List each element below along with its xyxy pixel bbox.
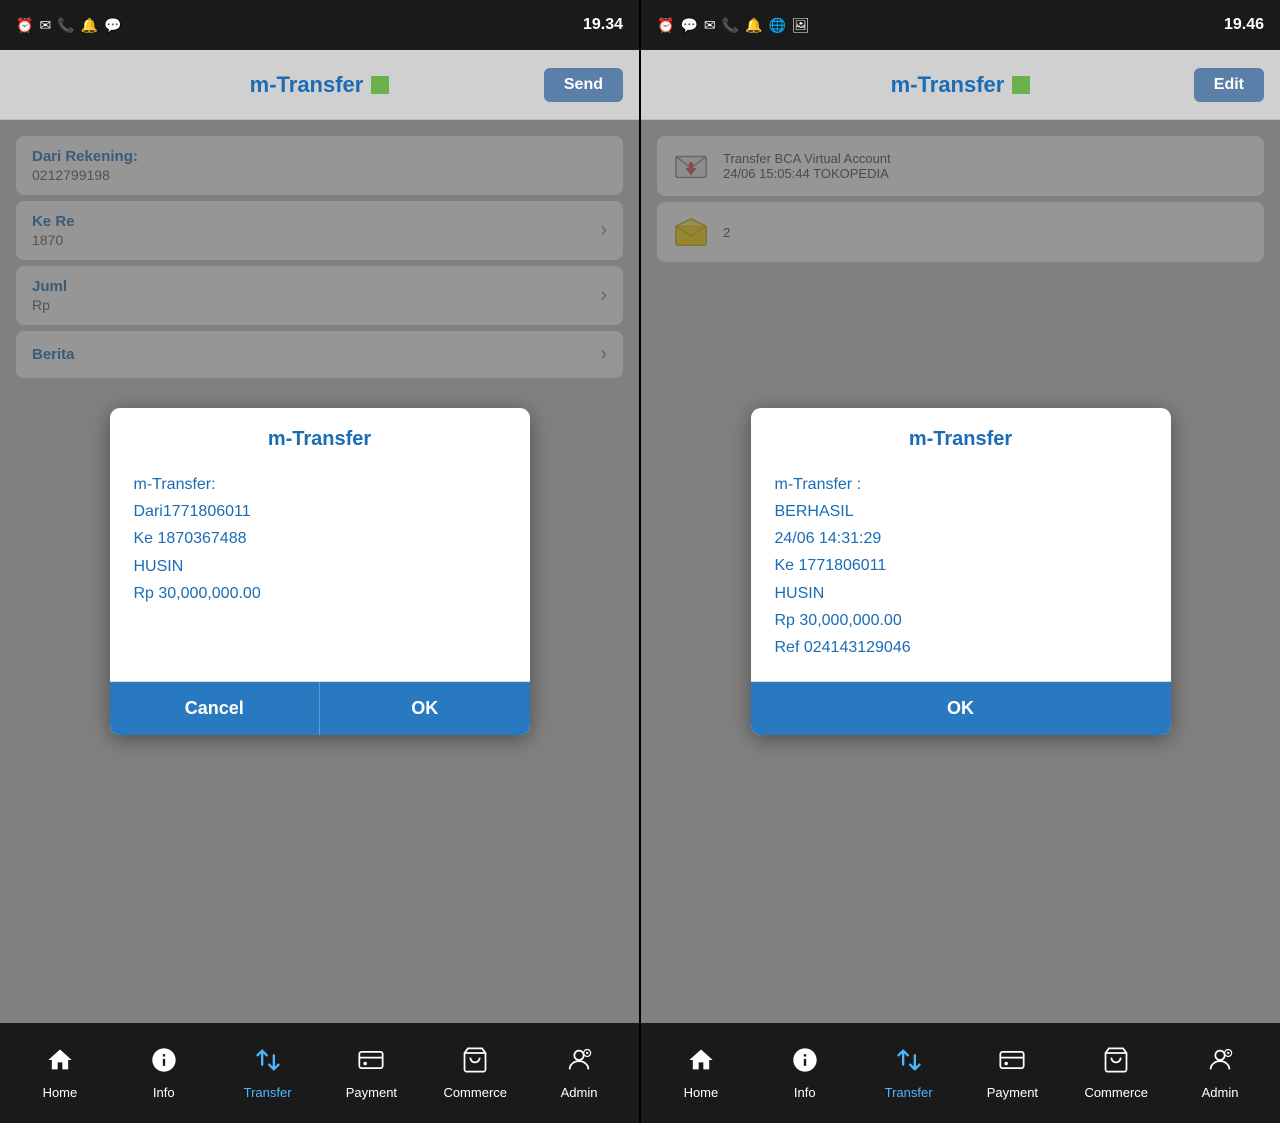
green-square-right [1012,76,1030,94]
nav-admin-label-right: Admin [1202,1085,1239,1100]
send-button[interactable]: Send [544,68,623,102]
globe-icon-right: 🌐 [768,17,785,34]
admin-icon-left [565,1046,593,1081]
cancel-button[interactable]: Cancel [110,682,321,735]
dialog-title-left: m-Transfer [110,408,530,461]
nav-home-label-left: Home [43,1085,78,1100]
dialog-text-left: m-Transfer: Dari1771806011 Ke 1870367488… [134,471,506,607]
dialog-left: m-Transfer m-Transfer: Dari1771806011 Ke… [110,408,530,735]
dialog-line-4-right: Ke 1771806011 [775,557,887,574]
dialog-text-right: m-Transfer : BERHASIL 24/06 14:31:29 Ke … [775,471,1147,661]
phone-icon: 📞 [57,17,74,34]
status-time-right: 19.46 [1224,16,1264,34]
info-icon-left [150,1046,178,1081]
alarm-icon: ⏰ [16,17,33,34]
nav-home-left[interactable]: Home [8,1046,112,1100]
nav-commerce-left[interactable]: Commerce [423,1046,527,1100]
dialog-footer-right: OK [751,681,1171,735]
status-bar-right: ⏰ 💬 ✉ 📞 🔔 🌐 🖼 19.46 [641,0,1280,50]
dialog-footer-left: Cancel OK [110,681,530,735]
app-header-right: m-Transfer Edit [641,50,1280,120]
image-icon-right: 🖼 [792,17,810,34]
dialog-line-5-left: Rp 30,000,000.00 [134,585,261,602]
dialog-right: m-Transfer m-Transfer : BERHASIL 24/06 1… [751,408,1171,735]
dialog-overlay-right: m-Transfer m-Transfer : BERHASIL 24/06 1… [641,120,1280,1023]
app-header-left: m-Transfer Send [0,50,639,120]
nav-transfer-right[interactable]: Transfer [857,1046,961,1100]
green-square-left [371,76,389,94]
nav-home-label-right: Home [684,1085,719,1100]
nav-info-right[interactable]: Info [753,1046,857,1100]
phone-icon-right: 📞 [722,17,739,34]
dialog-overlay-left: m-Transfer m-Transfer: Dari1771806011 Ke… [0,120,639,1023]
whatsapp-icon-right: 💬 [680,17,697,34]
main-content-right: Transfer BCA Virtual Account24/06 15:05:… [641,120,1280,1023]
gmail-icon: ✉ [39,17,51,34]
status-time-left: 19.34 [583,16,623,34]
bottom-nav-right: Home Info Transfer Payment Commerce [641,1023,1280,1123]
dialog-line-6-right: Rp 30,000,000.00 [775,612,902,629]
edit-button[interactable]: Edit [1194,68,1264,102]
dialog-line-2-left: Dari1771806011 [134,503,251,520]
left-status-icons: ⏰ ✉ 📞 🔔 💬 [16,17,121,34]
nav-payment-label-left: Payment [346,1085,397,1100]
admin-icon-right [1206,1046,1234,1081]
transfer-icon-right [895,1046,923,1081]
notif-icon-right: 🔔 [745,17,762,34]
dialog-title-right: m-Transfer [751,408,1171,461]
app-title-right: m-Transfer [891,72,1005,98]
transfer-icon-left [254,1046,282,1081]
dialog-line-1-left: m-Transfer: [134,476,216,493]
main-content-left: Dari Rekening: 0212799198 Ke Re 1870 › J… [0,120,639,1023]
ok-button-right[interactable]: OK [751,682,1171,735]
app-title-left: m-Transfer [250,72,364,98]
dialog-line-2-right: BERHASIL [775,503,854,520]
left-panel: ⏰ ✉ 📞 🔔 💬 19.34 m-Transfer Send Dari Rek… [0,0,639,1123]
nav-transfer-left[interactable]: Transfer [216,1046,320,1100]
bottom-nav-left: Home Info Transfer Payment Commerce [0,1023,639,1123]
right-status-icons: ⏰ 💬 ✉ 📞 🔔 🌐 🖼 [657,17,810,34]
nav-payment-label-right: Payment [987,1085,1038,1100]
dialog-line-4-left: HUSIN [134,558,184,575]
dialog-line-7-right: Ref 024143129046 [775,639,911,656]
payment-icon-left [357,1046,385,1081]
nav-commerce-label-left: Commerce [443,1085,507,1100]
nav-info-label-right: Info [794,1085,816,1100]
clock-icon-right: ⏰ [657,17,674,34]
ok-button-left[interactable]: OK [320,682,530,735]
commerce-icon-left [461,1046,489,1081]
dialog-line-3-right: 24/06 14:31:29 [775,530,882,547]
commerce-icon-right [1102,1046,1130,1081]
notif-icon: 🔔 [81,17,98,34]
nav-info-left[interactable]: Info [112,1046,216,1100]
nav-home-right[interactable]: Home [649,1046,753,1100]
status-bar-left: ⏰ ✉ 📞 🔔 💬 19.34 [0,0,639,50]
home-icon-right [687,1046,715,1081]
whatsapp-icon: 💬 [104,17,121,34]
nav-commerce-label-right: Commerce [1084,1085,1148,1100]
info-icon-right [791,1046,819,1081]
nav-transfer-label-right: Transfer [885,1085,933,1100]
dialog-body-left: m-Transfer: Dari1771806011 Ke 1870367488… [110,461,530,681]
payment-icon-right [998,1046,1026,1081]
dialog-line-3-left: Ke 1870367488 [134,530,247,547]
nav-admin-label-left: Admin [561,1085,598,1100]
dialog-body-right: m-Transfer : BERHASIL 24/06 14:31:29 Ke … [751,461,1171,681]
nav-transfer-label-left: Transfer [244,1085,292,1100]
nav-admin-right[interactable]: Admin [1168,1046,1272,1100]
dialog-line-5-right: HUSIN [775,585,825,602]
nav-payment-left[interactable]: Payment [319,1046,423,1100]
right-panel: ⏰ 💬 ✉ 📞 🔔 🌐 🖼 19.46 m-Transfer Edit [641,0,1280,1123]
nav-payment-right[interactable]: Payment [960,1046,1064,1100]
nav-commerce-right[interactable]: Commerce [1064,1046,1168,1100]
home-icon-left [46,1046,74,1081]
dialog-line-1-right: m-Transfer : [775,476,862,493]
nav-info-label-left: Info [153,1085,175,1100]
gmail-icon-right: ✉ [704,17,716,34]
nav-admin-left[interactable]: Admin [527,1046,631,1100]
